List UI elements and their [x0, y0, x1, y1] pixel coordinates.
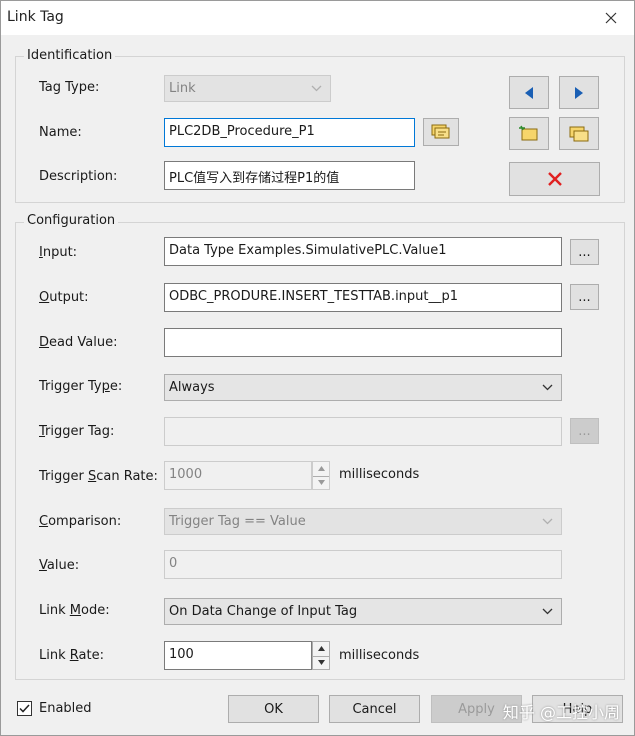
- new-tag-icon: [519, 125, 538, 140]
- chevron-down-icon: [542, 608, 553, 615]
- delete-tag-button[interactable]: [509, 162, 600, 196]
- spin-down-icon[interactable]: [313, 475, 329, 490]
- duplicate-tag-button[interactable]: [559, 117, 599, 150]
- link-mode-label: Link Mode:: [39, 603, 110, 618]
- tag-type-select[interactable]: Link: [164, 75, 331, 102]
- duplicate-tag-icon: [569, 126, 589, 141]
- chevron-down-icon: [311, 85, 322, 92]
- checkmark-icon: [19, 704, 30, 713]
- trigger-scan-rate-label: Trigger Scan Rate:: [39, 469, 158, 484]
- dead-value-label: Dead Value:: [39, 335, 118, 350]
- chevron-down-icon: [542, 384, 553, 391]
- close-button[interactable]: [588, 1, 634, 35]
- chevron-down-icon: [542, 518, 553, 525]
- configuration-group-label: Configuration: [24, 213, 119, 228]
- link-rate-spinner[interactable]: [312, 641, 330, 670]
- trigger-type-select[interactable]: Always: [164, 374, 562, 401]
- output-field[interactable]: ODBC_PRODURE.INSERT_TESTTAB.input__p1: [164, 283, 562, 312]
- name-value: PLC2DB_Procedure_P1: [169, 124, 315, 139]
- description-label: Description:: [39, 169, 118, 184]
- description-field[interactable]: PLC值写入到存储过程P1的值: [164, 161, 415, 190]
- output-value: ODBC_PRODURE.INSERT_TESTTAB.input__p1: [169, 289, 459, 304]
- tag-type-label: Tag Type:: [39, 80, 100, 95]
- window-title: Link Tag: [7, 9, 64, 25]
- trigger-type-label: Trigger Type:: [39, 379, 123, 394]
- comparison-value: Trigger Tag == Value: [169, 514, 306, 529]
- link-mode-select[interactable]: On Data Change of Input Tag: [164, 598, 562, 625]
- cancel-button[interactable]: Cancel: [329, 695, 420, 723]
- link-tag-dialog: Link Tag Identification Tag Type: Link N…: [0, 0, 635, 736]
- dead-value-field[interactable]: [164, 328, 562, 357]
- comparison-label: Comparison:: [39, 514, 122, 529]
- link-mode-value: On Data Change of Input Tag: [169, 604, 358, 619]
- trigger-scan-rate-spinner[interactable]: [312, 461, 330, 490]
- triangle-left-icon: [525, 86, 533, 99]
- ok-label: OK: [264, 701, 283, 717]
- link-rate-unit: milliseconds: [339, 648, 420, 663]
- name-field[interactable]: PLC2DB_Procedure_P1: [164, 118, 415, 147]
- trigger-tag-label: Trigger Tag:: [39, 424, 115, 439]
- triangle-right-icon: [575, 86, 583, 99]
- tag-browser-icon: [431, 124, 450, 139]
- input-browse-label: ...: [578, 244, 591, 260]
- description-value: PLC值写入到存储过程P1的值: [169, 171, 340, 186]
- name-label: Name:: [39, 125, 82, 140]
- previous-tag-button[interactable]: [509, 76, 549, 109]
- trigger-tag-browse-button[interactable]: ...: [570, 418, 599, 444]
- trigger-scan-rate-field[interactable]: 1000: [164, 461, 312, 490]
- trigger-scan-rate-value: 1000: [169, 467, 203, 482]
- input-browse-button[interactable]: ...: [570, 239, 599, 265]
- output-browse-button[interactable]: ...: [570, 284, 599, 310]
- comparison-select[interactable]: Trigger Tag == Value: [164, 508, 562, 535]
- output-label: Output:: [39, 290, 89, 305]
- identification-group-label: Identification: [24, 48, 116, 63]
- value-label: Value:: [39, 558, 80, 573]
- apply-label: Apply: [458, 701, 495, 717]
- cancel-label: Cancel: [352, 701, 397, 717]
- tag-browser-button[interactable]: [423, 118, 459, 146]
- ok-button[interactable]: OK: [228, 695, 319, 723]
- spin-up-icon[interactable]: [313, 642, 329, 656]
- spin-up-icon[interactable]: [313, 462, 329, 476]
- title-bar: Link Tag: [1, 1, 634, 35]
- input-field[interactable]: Data Type Examples.SimulativePLC.Value1: [164, 237, 562, 266]
- output-browse-label: ...: [578, 289, 591, 305]
- link-rate-field[interactable]: 100: [164, 641, 312, 670]
- trigger-tag-field[interactable]: [164, 417, 562, 446]
- tag-type-value: Link: [169, 81, 196, 96]
- close-icon: [605, 12, 617, 24]
- next-tag-button[interactable]: [559, 76, 599, 109]
- trigger-type-value: Always: [169, 380, 215, 395]
- link-rate-label: Link Rate:: [39, 648, 104, 663]
- watermark: 知乎 @工控小周: [502, 703, 620, 722]
- trigger-scan-rate-unit: milliseconds: [339, 467, 420, 482]
- link-rate-value: 100: [169, 647, 194, 662]
- enabled-checkbox[interactable]: [17, 701, 32, 716]
- enabled-label: Enabled: [39, 701, 92, 716]
- value-value: 0: [169, 556, 178, 571]
- value-field[interactable]: 0: [164, 550, 562, 579]
- red-x-icon: [547, 172, 562, 186]
- trigger-tag-browse-label: ...: [578, 423, 591, 439]
- spin-down-icon[interactable]: [313, 655, 329, 670]
- new-tag-button[interactable]: [509, 117, 549, 150]
- input-label: Input:: [39, 245, 78, 260]
- input-value: Data Type Examples.SimulativePLC.Value1: [169, 243, 447, 258]
